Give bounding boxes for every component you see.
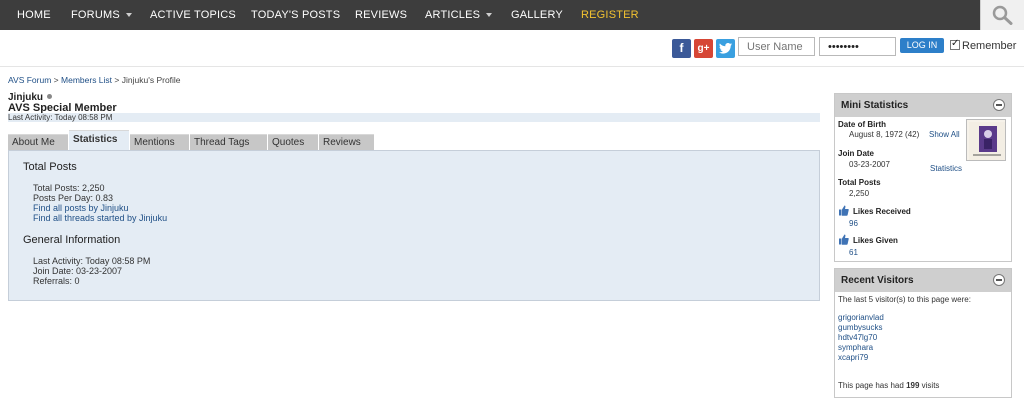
join-date-label: Join Date <box>838 149 875 158</box>
visits-count-text: This page has had 199 visits <box>838 381 939 390</box>
dob-value: August 8, 1972 (42) <box>849 130 920 139</box>
likes-received-value[interactable]: 96 <box>849 219 858 228</box>
recent-visitors-intro: The last 5 visitor(s) to this page were: <box>838 295 971 304</box>
login-button[interactable]: LOG IN <box>900 38 944 53</box>
nav-reviews[interactable]: REVIEWS <box>355 0 407 30</box>
nav-todays-posts[interactable]: TODAY'S POSTS <box>251 0 340 30</box>
general-info-heading: General Information <box>23 234 121 246</box>
visits-count: 199 <box>906 381 920 390</box>
nav-forums-label: FORUMS <box>71 9 120 21</box>
top-navigation: HOME FORUMS ACTIVE TOPICS TODAY'S POSTS … <box>0 0 1024 30</box>
twitter-icon[interactable] <box>716 39 735 58</box>
search-icon <box>992 5 1013 25</box>
tab-thread-tags[interactable]: Thread Tags <box>190 134 267 150</box>
total-posts-value: Total Posts: 2,250 <box>33 183 105 193</box>
statistics-link[interactable]: Statistics <box>930 164 962 173</box>
breadcrumb-members[interactable]: Members List <box>61 75 112 85</box>
visitor-link[interactable]: gumbysucks <box>838 323 882 332</box>
dob-label: Date of Birth <box>838 120 886 129</box>
thumbs-up-icon <box>839 205 849 216</box>
collapse-icon[interactable] <box>993 99 1005 111</box>
nav-home[interactable]: HOME <box>17 0 51 30</box>
posts-per-day-value: Posts Per Day: 0.83 <box>33 193 114 203</box>
remember-checkbox[interactable]: Remember <box>950 38 1017 52</box>
tab-mentions[interactable]: Mentions <box>130 134 189 150</box>
nav-gallery[interactable]: GALLERY <box>511 0 563 30</box>
general-referrals: Referrals: 0 <box>33 276 80 286</box>
likes-given-value[interactable]: 61 <box>849 248 858 257</box>
breadcrumb-forum[interactable]: AVS Forum <box>8 75 51 85</box>
likes-given-label: Likes Given <box>853 236 898 245</box>
visitor-link[interactable]: grigorianvlad <box>838 313 884 322</box>
tab-quotes[interactable]: Quotes <box>268 134 318 150</box>
visits-suffix: visits <box>921 381 940 390</box>
nav-register[interactable]: REGISTER <box>581 0 639 30</box>
breadcrumb-separator: > <box>53 75 59 85</box>
username-field[interactable] <box>738 37 815 56</box>
show-all-link[interactable]: Show All <box>929 130 960 139</box>
general-last-activity: Last Activity: Today 08:58 PM <box>33 256 151 266</box>
tab-about-me[interactable]: About Me <box>8 134 68 150</box>
password-field[interactable] <box>819 37 896 56</box>
facebook-icon[interactable]: f <box>672 39 691 58</box>
tab-statistics[interactable]: Statistics <box>69 130 129 150</box>
find-all-threads-link[interactable]: Find all threads started by Jinjuku <box>33 213 167 223</box>
visits-prefix: This page has had <box>838 381 904 390</box>
avatar[interactable] <box>966 119 1006 161</box>
search-button[interactable] <box>980 0 1024 30</box>
twitter-bird-shape <box>719 43 732 54</box>
visitor-link[interactable]: symphara <box>838 343 873 352</box>
breadcrumb-separator: > <box>114 75 120 85</box>
offline-status-icon <box>47 94 53 99</box>
visitor-link[interactable]: hdtv47lg70 <box>838 333 877 342</box>
likes-received-label: Likes Received <box>853 207 911 216</box>
join-date-value: 03-23-2007 <box>849 160 890 169</box>
total-posts-count: 2,250 <box>849 189 870 198</box>
thumbs-up-icon <box>839 234 849 245</box>
chevron-down-icon <box>125 13 132 18</box>
general-join-date: Join Date: 03-23-2007 <box>33 266 123 276</box>
remember-label: Remember <box>962 40 1017 52</box>
chevron-down-icon <box>486 13 493 18</box>
nav-articles[interactable]: ARTICLES <box>425 0 493 30</box>
google-plus-icon[interactable]: g+ <box>694 39 713 58</box>
recent-visitors-header: Recent Visitors <box>835 269 1011 292</box>
total-posts-label: Total Posts <box>838 178 881 187</box>
visitor-link[interactable]: xcapri79 <box>838 353 868 362</box>
collapse-icon[interactable] <box>993 274 1005 286</box>
header-divider <box>0 66 1024 67</box>
mini-statistics-header: Mini Statistics <box>835 94 1011 117</box>
total-posts-heading: Total Posts <box>23 161 77 173</box>
avatar-image <box>969 122 1005 160</box>
checkbox-checked-icon <box>950 38 960 50</box>
statistics-panel: Total Posts Total Posts: 2,250 Posts Per… <box>8 150 820 301</box>
profile-last-activity: Last Activity: Today 08:58 PM <box>8 113 820 122</box>
tab-reviews[interactable]: Reviews <box>319 134 374 150</box>
find-all-posts-link[interactable]: Find all posts by Jinjuku <box>33 203 129 213</box>
recent-visitors-title: Recent Visitors <box>841 275 914 286</box>
nav-active-topics[interactable]: ACTIVE TOPICS <box>150 0 236 30</box>
breadcrumb-current: Jinjuku's Profile <box>121 75 181 85</box>
nav-forums[interactable]: FORUMS <box>71 0 132 30</box>
nav-articles-label: ARTICLES <box>425 9 481 21</box>
breadcrumb: AVS Forum > Members List > Jinjuku's Pro… <box>8 75 181 85</box>
mini-statistics-title: Mini Statistics <box>841 100 909 111</box>
